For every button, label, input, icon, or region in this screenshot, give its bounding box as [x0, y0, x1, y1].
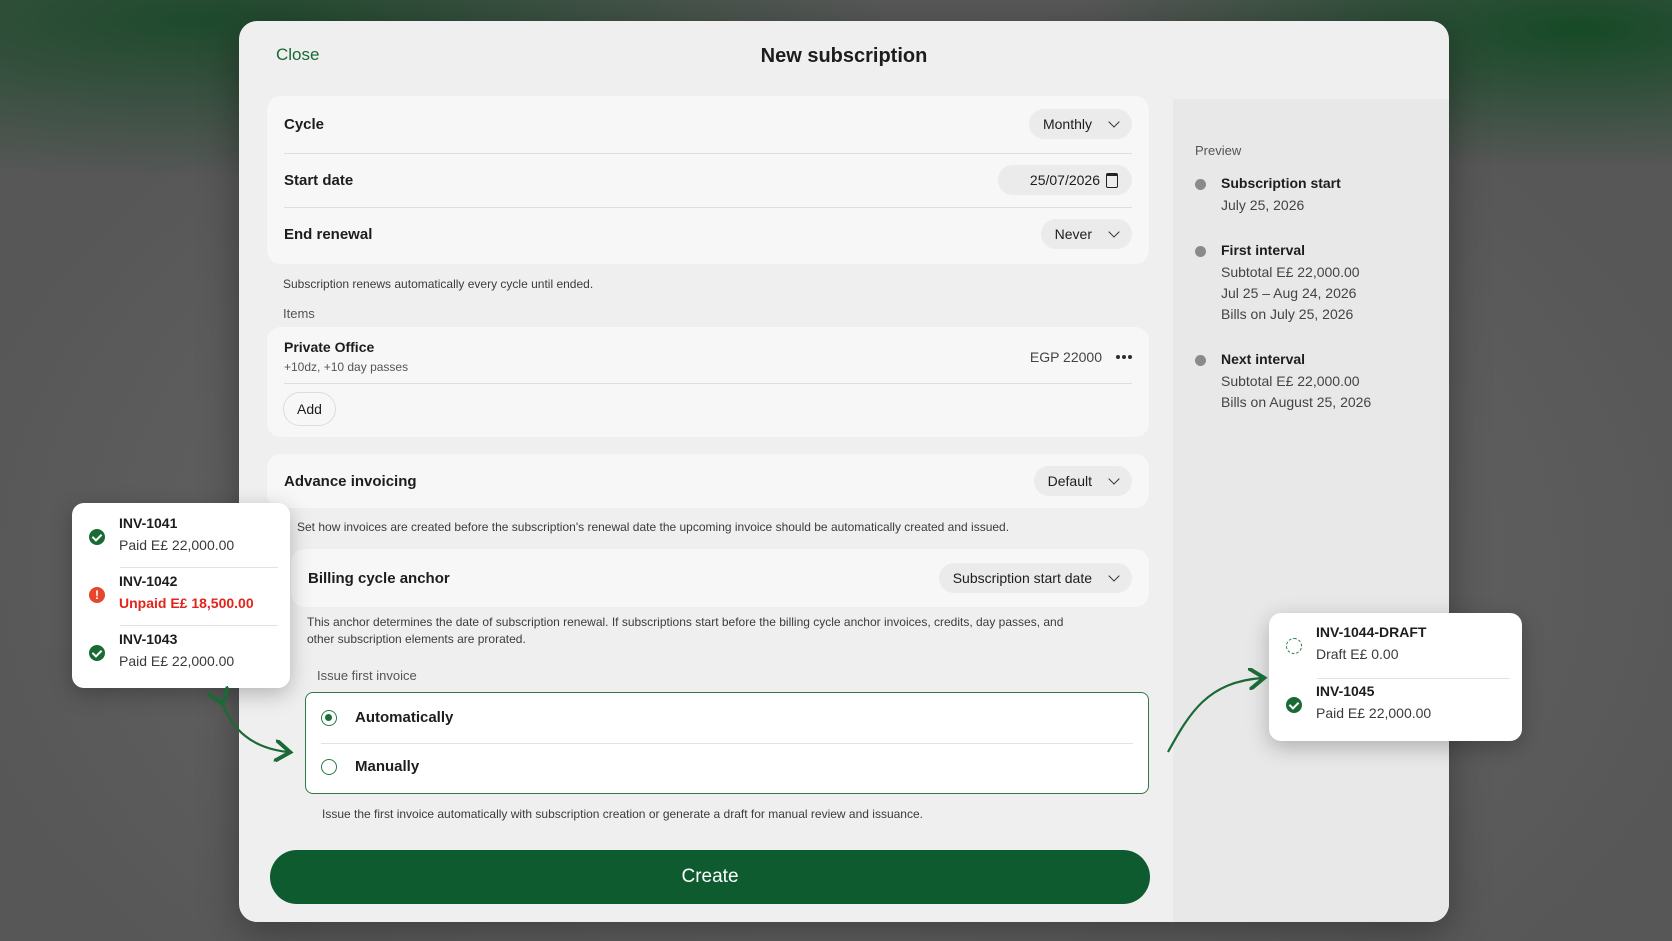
- invoice-row[interactable]: INV-1043 Paid E£ 22,000.00: [89, 625, 278, 683]
- invoice-row[interactable]: INV-1045 Paid E£ 22,000.00: [1286, 677, 1510, 735]
- timeline-dot-icon: [1195, 355, 1206, 366]
- check-circle-icon: [89, 645, 105, 661]
- timeline-line: July 25, 2026: [1221, 197, 1305, 213]
- billing-anchor-row: Billing cycle anchor Subscription start …: [308, 560, 1132, 596]
- radio-selected-icon[interactable]: [321, 709, 337, 726]
- invoice-status: Unpaid E£ 18,500.00: [119, 595, 254, 611]
- chevron-down-icon: [1108, 116, 1120, 128]
- timeline-line: Jul 25 – Aug 24, 2026: [1221, 285, 1357, 301]
- items-card: Private Office +10dz, +10 day passes EGP…: [267, 327, 1149, 437]
- invoice-status: Paid E£ 22,000.00: [119, 537, 235, 553]
- item-details: +10dz, +10 day passes: [284, 360, 409, 374]
- timeline-title: Next interval: [1221, 351, 1306, 367]
- item-price: EGP 22000: [1029, 349, 1102, 365]
- invoice-status-card-right: INV-1044-DRAFT Draft E£ 0.00 INV-1045 Pa…: [1269, 613, 1522, 741]
- start-date-label: Start date: [284, 171, 354, 189]
- calendar-icon[interactable]: [1106, 172, 1118, 188]
- check-circle-icon: [89, 529, 105, 545]
- invoice-status: Paid E£ 22,000.00: [1316, 705, 1432, 721]
- cycle-value: Monthly: [1042, 116, 1092, 132]
- chevron-down-icon: [1108, 570, 1120, 582]
- items-label: Items: [283, 306, 315, 321]
- billing-anchor-helper: This anchor determines the date of subsc…: [307, 615, 1064, 646]
- issue-first-invoice-label: Issue first invoice: [317, 668, 417, 683]
- advance-invoicing-label: Advance invoicing: [284, 472, 417, 490]
- end-renewal-label: End renewal: [284, 225, 373, 243]
- billing-anchor-card: Billing cycle anchor Subscription start …: [291, 549, 1149, 607]
- end-renewal-select[interactable]: Never: [1040, 219, 1132, 249]
- invoice-id: INV-1042: [119, 573, 178, 589]
- radio-option-manually[interactable]: Manually: [321, 758, 419, 775]
- billing-anchor-label: Billing cycle anchor: [308, 569, 450, 587]
- divider: [284, 383, 1132, 384]
- advance-invoicing-select[interactable]: Default: [1033, 466, 1132, 496]
- end-renewal-row: End renewal Never: [284, 216, 1132, 252]
- radio-label: Automatically: [355, 709, 454, 726]
- start-date-input[interactable]: 25/07/2026: [997, 165, 1132, 195]
- cycle-row: Cycle Monthly: [284, 106, 1132, 142]
- end-renewal-value: Never: [1054, 226, 1092, 242]
- invoice-row[interactable]: INV-1041 Paid E£ 22,000.00: [89, 509, 278, 567]
- check-circle-icon: [1286, 697, 1302, 713]
- timeline-title: Subscription start: [1221, 175, 1341, 191]
- issue-first-invoice-options: Automatically Manually: [305, 692, 1149, 794]
- invoice-id: INV-1045: [1316, 683, 1375, 699]
- start-date-value: 25/07/2026: [1029, 172, 1100, 188]
- modal-title: New subscription: [760, 45, 928, 67]
- chevron-down-icon: [1108, 473, 1120, 485]
- invoice-id: INV-1044-DRAFT: [1316, 624, 1427, 640]
- issue-first-invoice-helper: Issue the first invoice automatically wi…: [322, 807, 923, 821]
- timeline-line: Bills on August 25, 2026: [1221, 394, 1372, 410]
- invoice-id: INV-1041: [119, 515, 178, 531]
- divider: [284, 153, 1132, 154]
- more-options-icon[interactable]: [1116, 355, 1132, 359]
- advance-invoicing-card: Advance invoicing Default: [267, 454, 1149, 508]
- cycle-select[interactable]: Monthly: [1028, 109, 1132, 139]
- radio-label: Manually: [355, 758, 420, 775]
- billing-anchor-select[interactable]: Subscription start date: [938, 563, 1132, 593]
- preview-label: Preview: [1195, 143, 1242, 158]
- timeline-line: Subtotal E£ 22,000.00: [1221, 373, 1360, 389]
- invoice-row[interactable]: INV-1042 Unpaid E£ 18,500.00: [89, 567, 278, 625]
- start-date-row: Start date 25/07/2026: [284, 162, 1132, 198]
- timeline-line: Subtotal E£ 22,000.00: [1221, 264, 1360, 280]
- timeline-dot-icon: [1195, 179, 1206, 190]
- advance-invoicing-helper: Set how invoices are created before the …: [297, 520, 1010, 534]
- radio-option-automatically[interactable]: Automatically: [321, 709, 453, 726]
- advance-invoicing-value: Default: [1047, 473, 1092, 489]
- billing-anchor-value: Subscription start date: [952, 570, 1092, 586]
- alert-circle-icon: [89, 587, 105, 603]
- divider: [321, 743, 1133, 744]
- divider: [284, 207, 1132, 208]
- timeline-dot-icon: [1195, 246, 1206, 257]
- timeline-line: Bills on July 25, 2026: [1221, 306, 1354, 322]
- add-item-button[interactable]: Add: [283, 392, 336, 426]
- settings-card: Cycle Monthly Start date 25/07/2026 End …: [267, 96, 1149, 264]
- renewal-helper: Subscription renews automatically every …: [283, 277, 594, 291]
- draft-circle-icon: [1286, 638, 1302, 654]
- invoice-status: Paid E£ 22,000.00: [119, 653, 235, 669]
- cycle-label: Cycle: [284, 115, 325, 133]
- new-subscription-modal: Close New subscription Cycle Monthly Sta…: [239, 21, 1449, 922]
- invoice-row[interactable]: INV-1044-DRAFT Draft E£ 0.00: [1286, 618, 1510, 676]
- radio-unselected-icon[interactable]: [321, 758, 337, 775]
- item-name: Private Office: [284, 339, 375, 355]
- invoice-status-card-left: INV-1041 Paid E£ 22,000.00 INV-1042 Unpa…: [72, 503, 290, 688]
- chevron-down-icon: [1108, 226, 1120, 238]
- advance-invoicing-row: Advance invoicing Default: [284, 463, 1132, 499]
- invoice-status: Draft E£ 0.00: [1316, 646, 1399, 662]
- timeline-title: First interval: [1221, 242, 1306, 258]
- invoice-id: INV-1043: [119, 631, 178, 647]
- preview-panel: Preview Subscription start July 25, 2026…: [1173, 99, 1449, 922]
- create-button[interactable]: Create: [270, 850, 1150, 904]
